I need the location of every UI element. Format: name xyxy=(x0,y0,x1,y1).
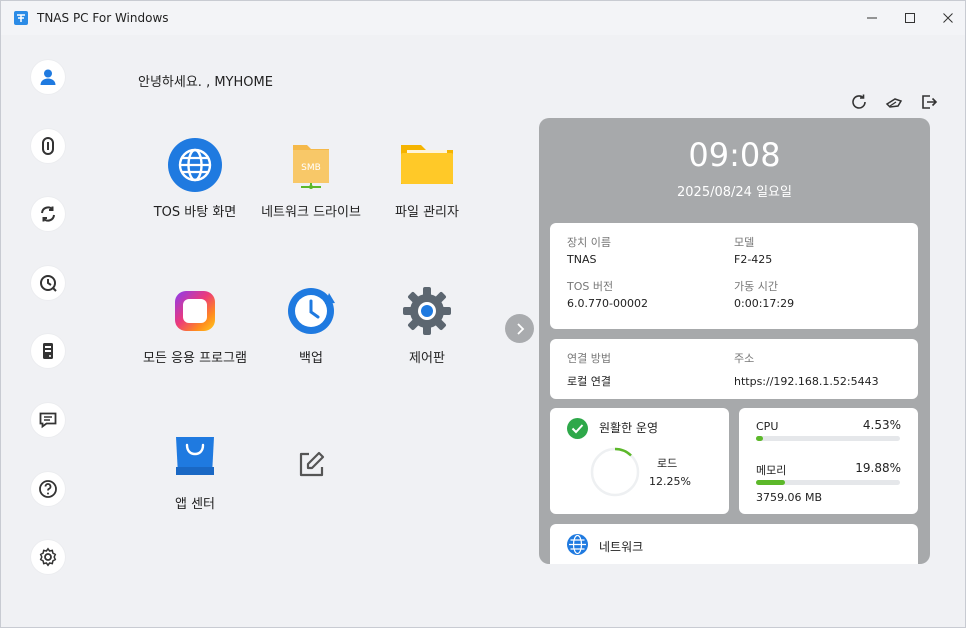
sidebar-item-settings[interactable] xyxy=(31,540,65,574)
connection-card: 연결 방법 로컬 연결 주소 https://192.168.1.52:5443 xyxy=(550,339,918,399)
cpu-bar-track xyxy=(756,436,900,441)
clock-date: 2025/08/24 일요일 xyxy=(677,185,792,200)
sidebar-item-messages[interactable] xyxy=(31,403,65,437)
clock-time: 09:08 xyxy=(688,136,781,174)
minimize-button[interactable] xyxy=(860,7,884,29)
edit-icon xyxy=(299,451,325,477)
maximize-button[interactable] xyxy=(898,7,922,29)
sidebar-item-tnas[interactable] xyxy=(31,129,65,163)
load-ring xyxy=(590,447,640,497)
model-value: F2-425 xyxy=(734,253,773,266)
refresh-icon[interactable] xyxy=(850,93,868,111)
next-page-button[interactable] xyxy=(505,314,534,343)
title-bar: TNAS PC For Windows xyxy=(1,1,965,35)
close-icon xyxy=(943,13,953,23)
app-tos-desktop[interactable]: TOS 바탕 화면 xyxy=(140,135,250,220)
load-value: 12.25% xyxy=(649,475,691,488)
memory-amount: 3759.06 MB xyxy=(756,491,823,504)
status-panel: 09:08 2025/08/24 일요일 장치 이름 TNAS 모델 F2-42… xyxy=(539,118,930,564)
help-icon xyxy=(39,480,57,498)
apps-icon xyxy=(175,291,215,331)
logout-icon[interactable] xyxy=(920,93,938,111)
shopping-bag-icon xyxy=(176,437,214,475)
memory-bar-track xyxy=(756,480,900,485)
app-all-applications[interactable]: 모든 응용 프로그램 xyxy=(140,281,250,366)
sidebar xyxy=(1,35,97,628)
backup-icon xyxy=(288,288,335,334)
cpu-bar-fill xyxy=(756,436,763,441)
resource-card: CPU 4.53% 메모리 19.88% 3759.06 MB xyxy=(739,408,918,514)
app-file-manager[interactable]: 파일 관리자 xyxy=(372,135,482,220)
cpu-label: CPU xyxy=(756,420,779,433)
device-name-value: TNAS xyxy=(567,253,597,266)
window-title: TNAS PC For Windows xyxy=(37,11,169,25)
operation-status-card: 원활한 운영 로드 12.25% xyxy=(550,408,729,514)
tos-version-label: TOS 버전 xyxy=(567,280,614,293)
settings-icon xyxy=(39,547,57,567)
app-label: 파일 관리자 xyxy=(395,205,459,220)
memory-value: 19.88% xyxy=(855,461,901,475)
sidebar-item-user[interactable] xyxy=(31,60,65,94)
check-circle-icon xyxy=(567,418,588,439)
folder-icon xyxy=(401,145,453,184)
app-label: 앱 센터 xyxy=(174,497,215,512)
operation-status-text: 원활한 운영 xyxy=(599,421,659,435)
app-backup[interactable]: 백업 xyxy=(256,281,366,366)
user-icon xyxy=(40,69,56,85)
tnas-logo-icon xyxy=(42,137,54,155)
sidebar-item-nas[interactable] xyxy=(31,334,65,368)
connection-method-value: 로컬 연결 xyxy=(567,375,611,388)
minimize-icon xyxy=(867,17,877,19)
greeting-text: 안녕하세요. , MYHOME xyxy=(138,75,273,90)
uptime-label: 가동 시간 xyxy=(734,280,778,293)
device-info-card: 장치 이름 TNAS 모델 F2-425 TOS 버전 6.0.770-0000… xyxy=(550,223,918,329)
backup-clock-icon xyxy=(40,275,57,292)
smb-text: SMB xyxy=(301,163,321,173)
network-globe-icon xyxy=(567,534,588,555)
maximize-icon xyxy=(905,13,915,23)
app-control-panel[interactable]: 제어판 xyxy=(372,281,482,366)
sidebar-item-sync[interactable] xyxy=(31,197,65,231)
app-app-center[interactable]: 앱 센터 xyxy=(140,427,250,512)
load-label: 로드 xyxy=(657,457,678,470)
sync-icon xyxy=(41,206,55,222)
address-value: https://192.168.1.52:5443 xyxy=(734,375,879,388)
address-label: 주소 xyxy=(734,352,755,365)
memory-bar-fill xyxy=(756,480,785,485)
edit-apps-button[interactable] xyxy=(256,435,366,495)
app-label: 제어판 xyxy=(409,351,445,366)
sidebar-item-backup[interactable] xyxy=(31,266,65,300)
model-label: 모델 xyxy=(734,236,755,249)
uptime-value: 0:00:17:29 xyxy=(734,297,795,310)
app-label: 네트워크 드라이브 xyxy=(261,205,361,220)
app-network-drive[interactable]: SMB 네트워크 드라이브 xyxy=(256,135,366,220)
app-label: TOS 바탕 화면 xyxy=(153,205,237,220)
tos-version-value: 6.0.770-00002 xyxy=(567,297,648,310)
message-icon xyxy=(39,412,57,429)
app-label: 모든 응용 프로그램 xyxy=(143,351,247,366)
network-label: 네트워크 xyxy=(599,540,644,554)
chevron-right-icon xyxy=(516,322,524,335)
sidebar-item-help[interactable] xyxy=(31,472,65,506)
clean-brush-icon[interactable] xyxy=(885,93,903,111)
gear-icon xyxy=(403,287,451,335)
network-card: 네트워크 xyxy=(550,524,918,564)
app-label: 백업 xyxy=(299,351,323,366)
globe-icon xyxy=(168,138,222,192)
app-logo-icon xyxy=(14,11,28,25)
connection-method-label: 연결 방법 xyxy=(567,352,611,365)
app-window: TNAS PC For Windows 안녕하세요. , MYHOME TOS … xyxy=(0,0,966,628)
cpu-value: 4.53% xyxy=(862,418,901,432)
nas-device-icon xyxy=(43,343,53,359)
close-button[interactable] xyxy=(936,7,960,29)
memory-label: 메모리 xyxy=(756,464,787,477)
smb-folder-icon: SMB xyxy=(293,145,329,189)
device-name-label: 장치 이름 xyxy=(567,236,611,249)
